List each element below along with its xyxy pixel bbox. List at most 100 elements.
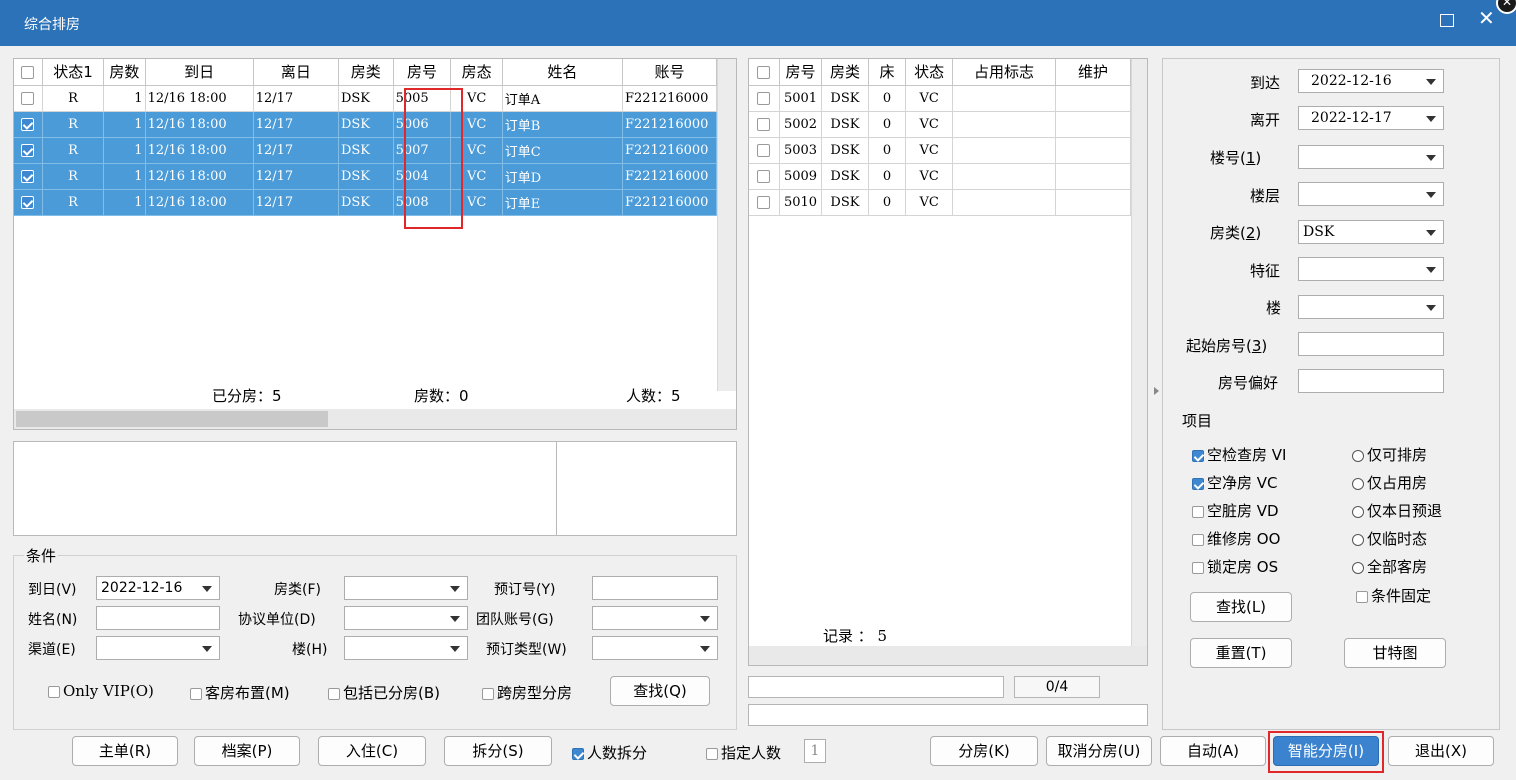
booking-no-input[interactable]: [592, 576, 718, 600]
cell-maintenance: [1055, 163, 1131, 190]
building-no-combo[interactable]: [1298, 145, 1444, 169]
reservation-row[interactable]: R 1 12/16 18:00 12/17 DSK 5005 VC 订单A F221216000: [14, 85, 718, 112]
people-split-checkbox[interactable]: 人数拆分: [572, 742, 647, 763]
col-status[interactable]: 状态1: [42, 59, 105, 86]
row-checkbox[interactable]: [14, 85, 43, 112]
maximize-icon[interactable]: [1440, 14, 1454, 27]
room-horizontal-scrollbar[interactable]: [749, 646, 1147, 665]
profile-button[interactable]: 档案(P): [194, 736, 300, 766]
filter-building-combo[interactable]: [1298, 295, 1444, 319]
panel-splitter-arrow[interactable]: [1154, 387, 1159, 395]
col-room-no[interactable]: 房号: [779, 59, 823, 86]
room-row-checkbox[interactable]: [749, 163, 780, 190]
check-locked[interactable]: 锁定房 OS: [1192, 556, 1278, 577]
name-input[interactable]: [96, 606, 220, 630]
row-checkbox[interactable]: [14, 137, 43, 164]
col-account[interactable]: 账号: [622, 59, 718, 86]
room-row[interactable]: 5009 DSK 0 VC: [749, 163, 1131, 190]
select-all-checkbox[interactable]: [14, 59, 43, 86]
check-vacant-dirty[interactable]: 空脏房 VD: [1192, 500, 1279, 521]
checkin-button[interactable]: 入住(C): [318, 736, 426, 766]
reservation-row[interactable]: R 1 12/16 18:00 12/17 DSK 5006 VC 订单B F221216000: [14, 111, 718, 138]
reservation-row[interactable]: R 1 12/16 18:00 12/17 DSK 5004 VC 订单D F221216000: [14, 163, 718, 190]
company-combo[interactable]: [344, 606, 468, 630]
building-label: 楼(H): [292, 642, 328, 658]
col-room[interactable]: 房号: [393, 59, 452, 86]
radio-only-occupied[interactable]: 仅占用房: [1352, 472, 1427, 493]
col-room-type[interactable]: 房类: [821, 59, 869, 86]
col-arrive[interactable]: 到日: [145, 59, 254, 86]
filter-reset-button[interactable]: 重置(T): [1190, 638, 1292, 668]
exit-button[interactable]: 退出(X): [1388, 736, 1494, 766]
row-checkbox[interactable]: [14, 189, 43, 216]
start-room-input[interactable]: [1298, 332, 1444, 356]
room-row-checkbox[interactable]: [749, 189, 780, 216]
room-row[interactable]: 5002 DSK 0 VC: [749, 111, 1131, 138]
room-row[interactable]: 5010 DSK 0 VC: [749, 189, 1131, 216]
col-maintenance[interactable]: 维护: [1055, 59, 1131, 86]
auto-button[interactable]: 自动(A): [1160, 736, 1266, 766]
filter-depart-combo[interactable]: 2022-12-17: [1298, 106, 1444, 130]
reservation-row[interactable]: R 1 12/16 18:00 12/17 DSK 5007 VC 订单C F221216000: [14, 137, 718, 164]
assign-people-checkbox[interactable]: 指定人数: [706, 742, 781, 763]
assign-people-input[interactable]: 1: [804, 739, 826, 763]
filter-search-button[interactable]: 查找(L): [1190, 592, 1292, 622]
arrive-date-combo[interactable]: 2022-12-16: [96, 576, 220, 600]
col-bed[interactable]: 床: [868, 59, 907, 86]
channel-combo[interactable]: [96, 636, 220, 660]
room-row-checkbox[interactable]: [749, 85, 780, 112]
reservation-horizontal-scrollbar[interactable]: [14, 409, 736, 429]
room-row-checkbox[interactable]: [749, 111, 780, 138]
close-icon[interactable]: ✕: [1478, 8, 1495, 28]
room-preference-input[interactable]: [1298, 369, 1444, 393]
booking-type-combo[interactable]: [592, 636, 718, 660]
reservation-row[interactable]: R 1 12/16 18:00 12/17 DSK 5008 VC 订单E F221216000: [14, 189, 718, 216]
group-account-combo[interactable]: [592, 606, 718, 630]
only-vip-checkbox[interactable]: Only VIP(O): [48, 682, 154, 700]
col-room-status[interactable]: 状态: [905, 59, 954, 86]
cross-type-checkbox[interactable]: 跨房型分房: [482, 682, 572, 703]
room-row-checkbox[interactable]: [749, 137, 780, 164]
room-row[interactable]: 5001 DSK 0 VC: [749, 85, 1131, 112]
radio-only-temporary[interactable]: 仅临时态: [1352, 528, 1427, 549]
col-roomstate[interactable]: 房态: [450, 59, 503, 86]
feature-combo[interactable]: [1298, 257, 1444, 281]
filter-arrive-combo[interactable]: 2022-12-16: [1298, 69, 1444, 93]
cell-account: F221216000: [622, 137, 718, 164]
gantt-chart-button[interactable]: 甘特图: [1344, 638, 1446, 668]
row-checkbox[interactable]: [14, 163, 43, 190]
split-button[interactable]: 拆分(S): [444, 736, 552, 766]
cell-room-type: DSK: [821, 137, 869, 164]
assign-room-button[interactable]: 分房(K): [930, 736, 1038, 766]
conditions-search-button[interactable]: 查找(Q): [610, 676, 710, 706]
room-layout-checkbox[interactable]: 客房布置(M): [190, 682, 290, 703]
check-out-of-order[interactable]: 维修房 OO: [1192, 528, 1280, 549]
col-roomtype[interactable]: 房类: [338, 59, 394, 86]
check-vacant-clean[interactable]: 空净房 VC: [1192, 472, 1278, 493]
check-vacant-inspected[interactable]: 空检查房 VI: [1192, 444, 1286, 465]
building-combo[interactable]: [344, 636, 468, 660]
room-select-all-checkbox[interactable]: [749, 59, 780, 86]
cell-depart: 12/17: [253, 111, 339, 138]
room-vertical-scrollbar[interactable]: [1131, 59, 1147, 647]
cancel-assign-button[interactable]: 取消分房(U): [1046, 736, 1152, 766]
col-depart[interactable]: 离日: [253, 59, 339, 86]
col-count[interactable]: 房数: [103, 59, 146, 86]
col-name[interactable]: 姓名: [502, 59, 623, 86]
master-order-button[interactable]: 主单(R): [72, 736, 178, 766]
row-checkbox[interactable]: [14, 111, 43, 138]
fixed-condition-checkbox[interactable]: 条件固定: [1356, 585, 1431, 606]
radio-all-rooms[interactable]: 全部客房: [1352, 556, 1427, 577]
room-row[interactable]: 5003 DSK 0 VC: [749, 137, 1131, 164]
floor-combo[interactable]: [1298, 182, 1444, 206]
include-assigned-checkbox[interactable]: 包括已分房(B): [328, 682, 440, 703]
cell-room-status: VC: [905, 85, 954, 112]
scroll-thumb[interactable]: [16, 411, 328, 427]
cell-roomtype: DSK: [338, 111, 394, 138]
reservation-vertical-scrollbar[interactable]: [717, 59, 736, 391]
filter-roomtype-combo[interactable]: DSK: [1298, 220, 1444, 244]
col-occupy-flag[interactable]: 占用标志: [952, 59, 1057, 86]
radio-only-today-checkout[interactable]: 仅本日预退: [1352, 500, 1442, 521]
roomtype-combo[interactable]: [344, 576, 468, 600]
radio-only-assignable[interactable]: 仅可排房: [1352, 444, 1427, 465]
